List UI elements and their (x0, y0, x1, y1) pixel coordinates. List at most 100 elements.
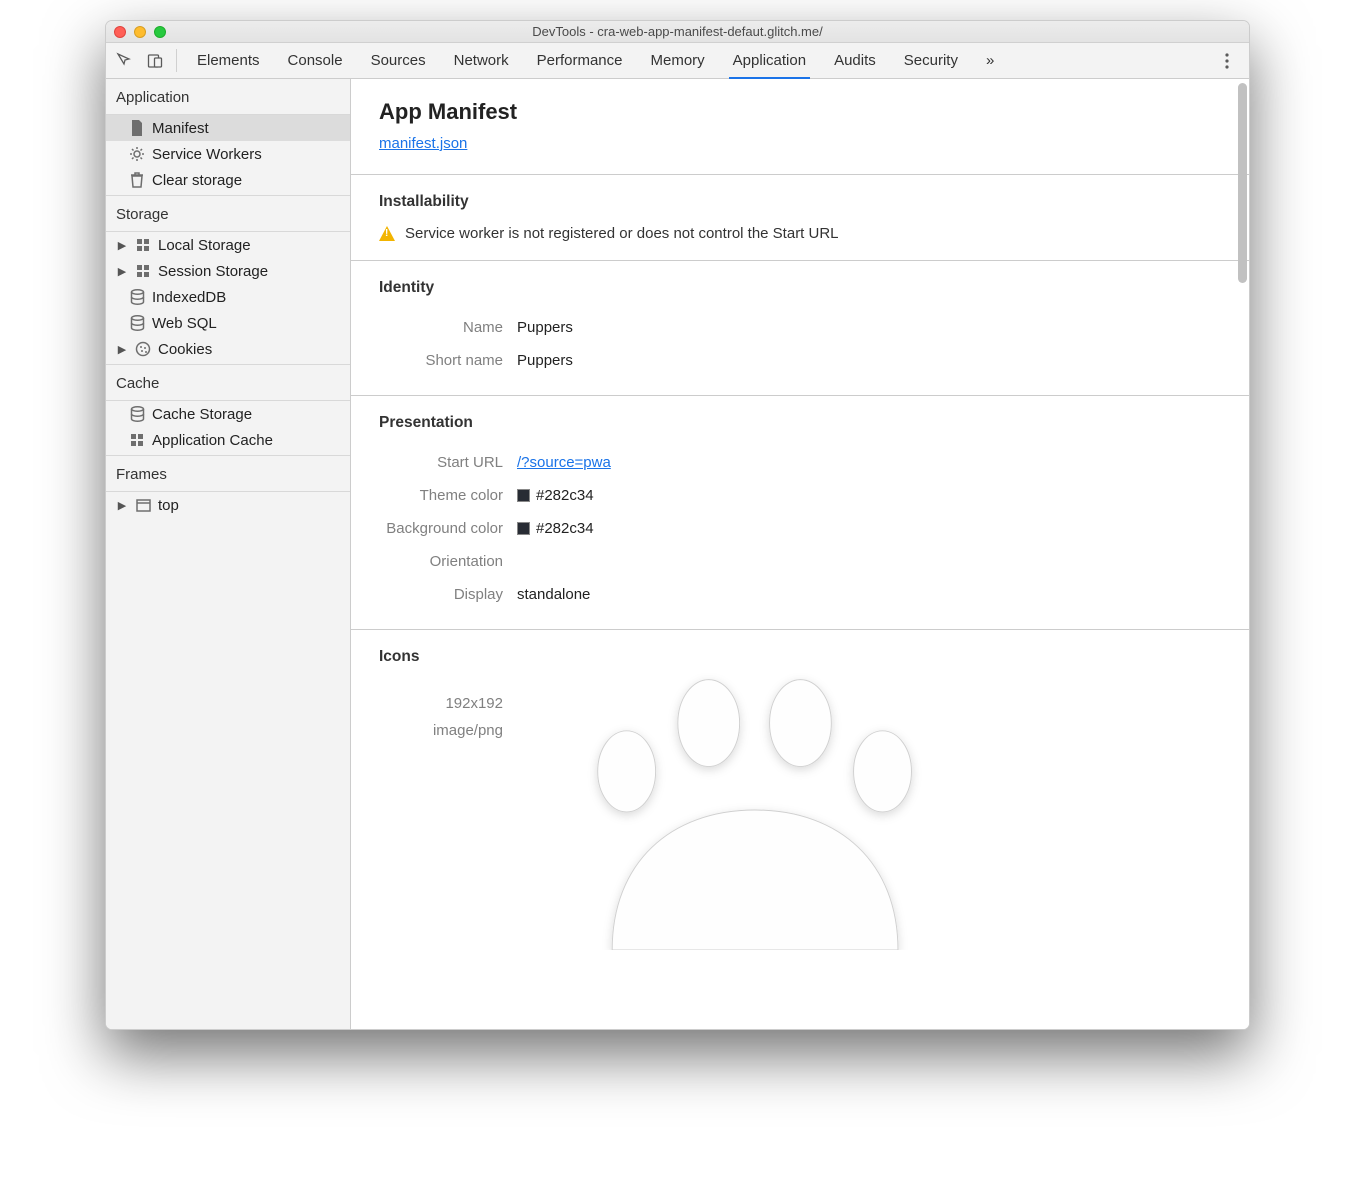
sidebar-item-label: Session Storage (158, 263, 268, 280)
tab-elements[interactable]: Elements (183, 43, 274, 78)
sidebar-item-cookies[interactable]: ▶ Cookies (106, 336, 350, 362)
page-heading: App Manifest (351, 99, 1249, 125)
tab-memory[interactable]: Memory (637, 43, 719, 78)
close-window-button[interactable] (114, 26, 126, 38)
cookie-icon (134, 340, 152, 358)
section-title: Icons (379, 648, 1221, 666)
kv-background-color: Background color #282c34 (379, 512, 1221, 545)
tab-application[interactable]: Application (719, 43, 820, 78)
sidebar-item-local-storage[interactable]: ▶ Local Storage (106, 232, 350, 258)
chevron-right-icon: ▶ (116, 265, 128, 278)
sidebar-item-label: Service Workers (152, 146, 262, 163)
grid-icon (134, 236, 152, 254)
tab-audits[interactable]: Audits (820, 43, 890, 78)
application-sidebar: Application Manifest Service Workers Cle… (106, 79, 351, 1029)
tab-sources[interactable]: Sources (357, 43, 440, 78)
color-swatch (517, 522, 530, 535)
titlebar: DevTools - cra-web-app-manifest-defaut.g… (106, 21, 1249, 43)
frame-icon (134, 496, 152, 514)
paw-icon (517, 670, 997, 950)
sidebar-section-storage: Storage (106, 195, 350, 232)
kv-label: Start URL (379, 454, 517, 471)
sidebar-item-label: Manifest (152, 120, 209, 137)
kv-name: Name Puppers (379, 311, 1221, 344)
kv-label: Theme color (379, 487, 517, 504)
kv-value: standalone (517, 586, 590, 603)
chevron-right-icon: ▶ (116, 499, 128, 512)
icon-entry: 192x192 image/png (351, 680, 1249, 950)
tab-network[interactable]: Network (440, 43, 523, 78)
sidebar-item-top-frame[interactable]: ▶ top (106, 492, 350, 518)
kv-value: #282c34 (536, 520, 594, 537)
section-title: Identity (379, 279, 1221, 297)
chevron-right-icon: ▶ (116, 343, 128, 356)
icon-size: 192x192 (379, 690, 503, 717)
tab-console[interactable]: Console (274, 43, 357, 78)
kv-label: Orientation (379, 553, 517, 570)
kv-short-name: Short name Puppers (379, 344, 1221, 377)
icon-preview (517, 680, 1221, 950)
sidebar-section-application: Application (106, 79, 350, 115)
kv-start-url: Start URL /?source=pwa (379, 446, 1221, 479)
database-icon (128, 288, 146, 306)
icon-mime: image/png (379, 717, 503, 744)
kebab-menu-icon[interactable] (1209, 43, 1245, 78)
section-installability: Installability Service worker is not reg… (351, 174, 1249, 260)
kv-value: #282c34 (536, 487, 594, 504)
manifest-main-panel: App Manifest manifest.json Installabilit… (351, 79, 1249, 1029)
sidebar-item-label: IndexedDB (152, 289, 226, 306)
icon-meta: 192x192 image/png (379, 680, 517, 950)
kv-value: Puppers (517, 352, 573, 369)
device-toolbar-icon[interactable] (140, 43, 170, 78)
sidebar-item-label: Clear storage (152, 172, 242, 189)
sidebar-item-clear-storage[interactable]: Clear storage (106, 167, 350, 193)
tabs-overflow[interactable]: » (972, 43, 1008, 78)
sidebar-section-cache: Cache (106, 364, 350, 401)
database-icon (128, 405, 146, 423)
installability-warning: Service worker is not registered or does… (379, 225, 1221, 242)
devtools-window: DevTools - cra-web-app-manifest-defaut.g… (105, 20, 1250, 1030)
sidebar-item-service-workers[interactable]: Service Workers (106, 141, 350, 167)
manifest-file-link-row: manifest.json (351, 125, 1249, 174)
section-identity: Identity Name Puppers Short name Puppers (351, 260, 1249, 395)
sidebar-item-session-storage[interactable]: ▶ Session Storage (106, 258, 350, 284)
sidebar-item-label: Cookies (158, 341, 212, 358)
sidebar-item-label: Cache Storage (152, 406, 252, 423)
zoom-window-button[interactable] (154, 26, 166, 38)
sidebar-item-cache-storage[interactable]: Cache Storage (106, 401, 350, 427)
start-url-link[interactable]: /?source=pwa (517, 454, 611, 471)
sidebar-item-web-sql[interactable]: Web SQL (106, 310, 350, 336)
kv-label: Short name (379, 352, 517, 369)
sidebar-item-indexeddb[interactable]: IndexedDB (106, 284, 350, 310)
warning-text: Service worker is not registered or does… (405, 225, 839, 242)
kv-display: Display standalone (379, 578, 1221, 611)
sidebar-item-label: Local Storage (158, 237, 251, 254)
tab-security[interactable]: Security (890, 43, 972, 78)
panel-body: Application Manifest Service Workers Cle… (106, 79, 1249, 1029)
sidebar-item-application-cache[interactable]: Application Cache (106, 427, 350, 453)
tab-performance[interactable]: Performance (523, 43, 637, 78)
traffic-lights (114, 26, 166, 38)
kv-label: Name (379, 319, 517, 336)
grid-icon (128, 431, 146, 449)
sidebar-section-frames: Frames (106, 455, 350, 492)
manifest-file-link[interactable]: manifest.json (379, 135, 467, 152)
grid-icon (134, 262, 152, 280)
chevron-right-icon: ▶ (116, 239, 128, 252)
document-icon (128, 119, 146, 137)
database-icon (128, 314, 146, 332)
kv-value: Puppers (517, 319, 573, 336)
warning-icon (379, 226, 395, 241)
kv-orientation: Orientation (379, 545, 1221, 578)
vertical-scrollbar[interactable] (1238, 83, 1247, 283)
section-icons: Icons (351, 629, 1249, 666)
gear-icon (128, 145, 146, 163)
inspect-element-icon[interactable] (110, 43, 140, 78)
kv-theme-color: Theme color #282c34 (379, 479, 1221, 512)
sidebar-item-label: Web SQL (152, 315, 217, 332)
trash-icon (128, 171, 146, 189)
section-presentation: Presentation Start URL /?source=pwa Them… (351, 395, 1249, 629)
minimize-window-button[interactable] (134, 26, 146, 38)
sidebar-item-manifest[interactable]: Manifest (106, 115, 350, 141)
kv-label: Display (379, 586, 517, 603)
